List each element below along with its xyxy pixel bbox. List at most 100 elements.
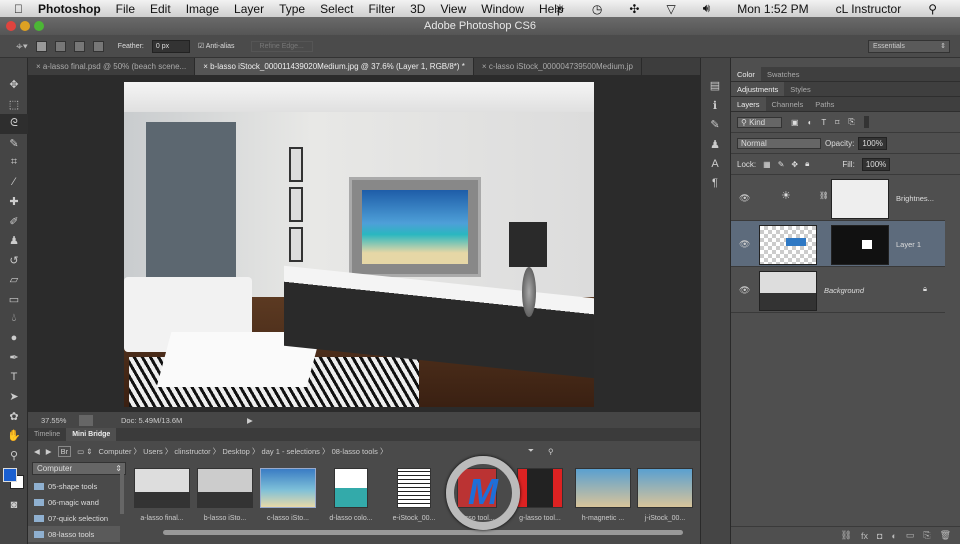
brush-tool-icon[interactable]: ✐: [0, 212, 28, 232]
view-options-icon[interactable]: ▭ ⇕: [77, 447, 92, 456]
tab-layers[interactable]: Layers: [731, 97, 766, 111]
quick-selection-icon[interactable]: ✎: [0, 134, 28, 154]
foreground-color-swatch[interactable]: [3, 468, 17, 482]
bluetooth-icon[interactable]: ✣: [629, 2, 639, 16]
menu-edit[interactable]: Edit: [150, 2, 171, 16]
lock-brush-icon[interactable]: ✎: [778, 160, 785, 169]
layer-thumbnail[interactable]: [759, 225, 817, 265]
filter-shape-icon[interactable]: ⌑: [835, 118, 839, 127]
menu-type[interactable]: Type: [279, 2, 305, 16]
move-tool-icon[interactable]: ✥: [0, 75, 28, 95]
location-select[interactable]: Computer ⇕: [32, 462, 126, 475]
brush-panel-icon[interactable]: ✎: [701, 115, 729, 135]
history-brush-icon[interactable]: ↺: [0, 251, 28, 271]
lasso-tool-icon[interactable]: ᘓ: [0, 114, 28, 134]
filter-pixel-icon[interactable]: ▣: [791, 118, 799, 127]
blend-mode-select[interactable]: Normal: [737, 137, 821, 149]
zoom-tool-icon[interactable]: ⚲: [0, 446, 28, 466]
tab-channels[interactable]: Channels: [766, 97, 810, 111]
folder-item[interactable]: 05-shape tools: [28, 478, 120, 494]
apple-icon[interactable]: : [14, 2, 23, 16]
menu-view[interactable]: View: [440, 2, 466, 16]
filter-type-icon[interactable]: T: [821, 118, 826, 127]
quick-mask-icon[interactable]: ◙: [0, 495, 28, 515]
healing-brush-icon[interactable]: ✚: [0, 192, 28, 212]
intersect-selection-button[interactable]: [92, 40, 104, 52]
layer-filter-select[interactable]: ⚲ Kind: [737, 116, 782, 128]
add-mask-icon[interactable]: ◘: [877, 531, 882, 541]
polygonal-lasso-icon[interactable]: ⌖▾: [16, 39, 28, 54]
spotlight-icon[interactable]: ⚲: [928, 2, 937, 16]
color-swatches[interactable]: [0, 465, 27, 495]
link-layers-icon[interactable]: ⛓: [841, 530, 852, 541]
character-panel-icon[interactable]: A: [701, 154, 729, 174]
menu-select[interactable]: Select: [320, 2, 353, 16]
thumbnail[interactable]: j-iStock_00...: [635, 468, 695, 522]
thumbnail[interactable]: d-lasso colo...: [321, 468, 381, 522]
tab-b-lasso[interactable]: × b-lasso iStock_000011439020Medium.jpg …: [195, 58, 474, 75]
filter-smart-object-icon[interactable]: ⎘: [848, 117, 854, 127]
filter-toggle[interactable]: [863, 116, 869, 128]
menu-3d[interactable]: 3D: [410, 2, 425, 16]
history-panel-icon[interactable]: ▤: [701, 76, 729, 96]
volume-icon[interactable]: 🔊︎: [703, 1, 711, 16]
folder-scrollbar[interactable]: [120, 474, 124, 514]
thumbnail[interactable]: a-lasso final...: [132, 468, 192, 522]
minimize-button[interactable]: [20, 21, 30, 31]
path-selection-icon[interactable]: ➤: [0, 387, 28, 407]
wifi-icon[interactable]: ▽: [666, 2, 675, 16]
lock-transparency-icon[interactable]: ▦: [763, 160, 771, 169]
eyedropper-icon[interactable]: ⁄: [0, 173, 28, 193]
menu-image[interactable]: Image: [186, 2, 219, 16]
status-menu-arrow-icon[interactable]: ▶: [247, 416, 253, 425]
antialias-checkbox[interactable]: ☑ Anti-alias: [198, 42, 235, 50]
tab-swatches[interactable]: Swatches: [761, 67, 806, 81]
new-layer-icon[interactable]: ⎘: [923, 530, 930, 541]
visibility-eye-icon[interactable]: 👁︎: [739, 239, 750, 250]
link-icon[interactable]: ⛓: [819, 191, 829, 200]
clone-stamp-icon[interactable]: ♟: [0, 231, 28, 251]
thumbnail[interactable]: b-lasso iSto...: [195, 468, 255, 522]
type-tool-icon[interactable]: T: [0, 368, 28, 388]
bridge-launch-icon[interactable]: Br: [57, 445, 72, 457]
blur-tool-icon[interactable]: 💧︎: [0, 309, 28, 329]
menu-app[interactable]: Photoshop: [38, 2, 101, 16]
fill-input[interactable]: 100%: [861, 157, 891, 171]
thumbnail-scrollbar[interactable]: [163, 530, 683, 535]
properties-panel-icon[interactable]: ℹ: [701, 96, 729, 116]
feather-input[interactable]: 0 px: [151, 39, 190, 53]
lock-all-icon[interactable]: 🔒︎: [805, 159, 809, 169]
user-name[interactable]: cL Instructor: [836, 2, 902, 16]
tab-styles[interactable]: Styles: [784, 82, 816, 96]
tab-timeline[interactable]: Timeline: [28, 428, 66, 441]
folder-item[interactable]: 06-magic wand: [28, 494, 120, 510]
paragraph-panel-icon[interactable]: ¶: [701, 174, 729, 194]
subtract-selection-button[interactable]: [73, 40, 85, 52]
marquee-tool-icon[interactable]: ⬚: [0, 95, 28, 115]
folder-item[interactable]: 07-quick selection: [28, 510, 120, 526]
zoom-level[interactable]: 37.55%: [41, 416, 79, 425]
refine-edge-button[interactable]: Refine Edge...: [250, 40, 313, 52]
tab-mini-bridge[interactable]: Mini Bridge: [66, 428, 117, 441]
forward-icon[interactable]: ▶: [46, 447, 52, 456]
tab-adjustments[interactable]: Adjustments: [731, 82, 785, 96]
clock[interactable]: Mon 1:52 PM: [737, 2, 808, 16]
visibility-eye-icon[interactable]: 👁︎: [739, 193, 750, 204]
add-selection-button[interactable]: [54, 40, 66, 52]
menu-file[interactable]: File: [116, 2, 135, 16]
tab-c-lasso[interactable]: × c-lasso iStock_000004739500Medium.jp: [474, 58, 642, 75]
zoom-button[interactable]: [34, 21, 44, 31]
dodge-tool-icon[interactable]: ●: [0, 329, 28, 349]
brightness-icon[interactable]: ✳: [555, 2, 565, 16]
visibility-eye-icon[interactable]: 👁︎: [739, 285, 750, 296]
filter-adjustment-icon[interactable]: ◐: [808, 118, 813, 127]
close-button[interactable]: [6, 21, 16, 31]
tab-a-lasso-final[interactable]: × a-lasso final.psd @ 50% (beach scene..…: [28, 58, 196, 75]
tab-color[interactable]: Color: [731, 67, 761, 81]
gradient-tool-icon[interactable]: ▭: [0, 290, 28, 310]
breadcrumb-item[interactable]: Computer: [99, 447, 132, 456]
document-canvas[interactable]: [124, 82, 594, 407]
delete-layer-icon[interactable]: 🗑︎: [940, 530, 951, 541]
lock-position-icon[interactable]: ✥: [791, 160, 798, 169]
opacity-input[interactable]: 100%: [858, 136, 887, 150]
